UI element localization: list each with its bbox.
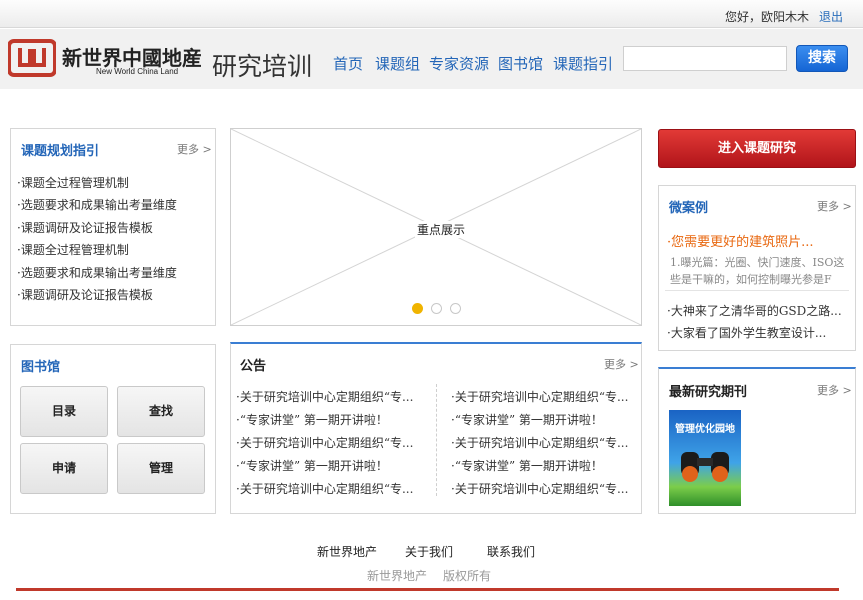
carousel-dot-active[interactable] <box>412 303 423 314</box>
apply-button[interactable]: 申请 <box>20 443 108 494</box>
micro-case-summary: 些是干嘛的，如何控制曝光参是F <box>670 273 832 286</box>
top-bar: 您好，欧阳木木 退出 <box>0 0 863 28</box>
notice-title: 公告 <box>240 359 267 374</box>
notice-item[interactable]: ·关于研究培训中心定期组织“专... <box>451 480 628 497</box>
logo-english-text: New World China Land <box>96 67 179 76</box>
notice-more-link[interactable]: 更多 > <box>604 356 639 372</box>
enter-research-button[interactable]: 进入课题研究 <box>658 129 856 168</box>
footer-link-company[interactable]: 新世界地产 <box>317 543 377 560</box>
library-title: 图书馆 <box>21 360 61 375</box>
notice-panel: 公告 更多 > ·关于研究培训中心定期组织“专... ·“专家讲堂” 第一期开讲… <box>230 342 642 514</box>
journal-title: 最新研究期刊 <box>669 385 748 400</box>
guide-item[interactable]: ·选题要求和成果输出考量维度 <box>17 264 177 281</box>
notice-item[interactable]: ·“专家讲堂” 第一期开讲啦！ <box>451 411 603 428</box>
guide-title: 课题规划指引 <box>21 144 100 159</box>
micro-case-item[interactable]: ·大家看了国外学生教室设计... <box>667 324 826 341</box>
column-divider <box>436 384 437 496</box>
user-greeting: 您好，欧阳木木 <box>725 10 810 24</box>
nav-library[interactable]: 图书馆 <box>498 53 543 74</box>
micro-case-item[interactable]: ·大神来了之清华哥的GSD之路... <box>667 302 842 319</box>
logout-link[interactable]: 退出 <box>819 8 843 25</box>
guide-item[interactable]: ·课题全过程管理机制 <box>17 174 129 191</box>
carousel-caption: 重点展示 <box>415 221 468 238</box>
notice-item[interactable]: ·关于研究培训中心定期组织“专... <box>236 388 413 405</box>
search-books-button[interactable]: 查找 <box>117 386 205 437</box>
carousel-dot[interactable] <box>431 303 442 314</box>
nav-expert-resources[interactable]: 专家资源 <box>429 53 489 74</box>
guide-more-link[interactable]: 更多 > <box>177 141 212 157</box>
journal-more-link[interactable]: 更多 > <box>817 382 852 398</box>
micro-case-title: 微案例 <box>669 201 709 216</box>
micro-case-summary: 1.曝光篇：光圈、快门速度、ISO这 <box>670 256 845 269</box>
footer-link-contact[interactable]: 联系我们 <box>487 543 535 560</box>
binoculars-icon <box>681 452 729 482</box>
notice-item[interactable]: ·“专家讲堂” 第一期开讲啦！ <box>236 457 388 474</box>
micro-case-headline[interactable]: ·您需要更好的建筑照片... <box>667 231 814 250</box>
nav-topic-guide[interactable]: 课题指引 <box>553 53 613 74</box>
notice-item[interactable]: ·“专家讲堂” 第一期开讲啦！ <box>451 457 603 474</box>
carousel-dot[interactable] <box>450 303 461 314</box>
header: 新世界中國地産 New World China Land 研究培训 首页 课题组… <box>0 29 863 89</box>
guide-panel: 课题规划指引 更多 > ·课题全过程管理机制 ·选题要求和成果输出考量维度 ·课… <box>10 128 216 326</box>
journal-cover-title: 管理优化园地 <box>675 424 735 435</box>
guide-item[interactable]: ·课题全过程管理机制 <box>17 241 129 258</box>
notice-item[interactable]: ·关于研究培训中心定期组织“专... <box>236 434 413 451</box>
divider <box>665 290 849 291</box>
logo-icon <box>8 39 56 77</box>
search-button[interactable]: 搜索 <box>796 45 848 72</box>
search-input[interactable] <box>623 46 787 71</box>
featured-carousel[interactable]: 重点展示 <box>230 128 642 326</box>
notice-item[interactable]: ·关于研究培训中心定期组织“专... <box>451 434 628 451</box>
footer-divider <box>16 588 839 591</box>
footer-company: 新世界地产 <box>367 569 428 583</box>
guide-item[interactable]: ·选题要求和成果输出考量维度 <box>17 196 177 213</box>
micro-case-more-link[interactable]: 更多 > <box>817 198 852 214</box>
notice-item[interactable]: ·“专家讲堂” 第一期开讲啦！ <box>236 411 388 428</box>
site-title: 研究培训 <box>212 52 313 81</box>
journal-cover[interactable]: 管理优化园地 <box>669 410 741 506</box>
micro-case-panel: 微案例 更多 > ·您需要更好的建筑照片... 1.曝光篇：光圈、快门速度、IS… <box>658 185 856 351</box>
nav-home[interactable]: 首页 <box>333 53 363 74</box>
manage-button[interactable]: 管理 <box>117 443 205 494</box>
catalog-button[interactable]: 目录 <box>20 386 108 437</box>
library-panel: 图书馆 目录 查找 申请 管理 <box>10 344 216 514</box>
footer-copyright: 版权所有 <box>443 569 492 583</box>
guide-item[interactable]: ·课题调研及论证报告模板 <box>17 286 153 303</box>
guide-item[interactable]: ·课题调研及论证报告模板 <box>17 219 153 236</box>
footer-link-about[interactable]: 关于我们 <box>405 543 453 560</box>
notice-item[interactable]: ·关于研究培训中心定期组织“专... <box>236 480 413 497</box>
nav-research-group[interactable]: 课题组 <box>375 53 420 74</box>
journal-panel: 最新研究期刊 更多 > 管理优化园地 <box>658 367 856 514</box>
notice-item[interactable]: ·关于研究培训中心定期组织“专... <box>451 388 628 405</box>
